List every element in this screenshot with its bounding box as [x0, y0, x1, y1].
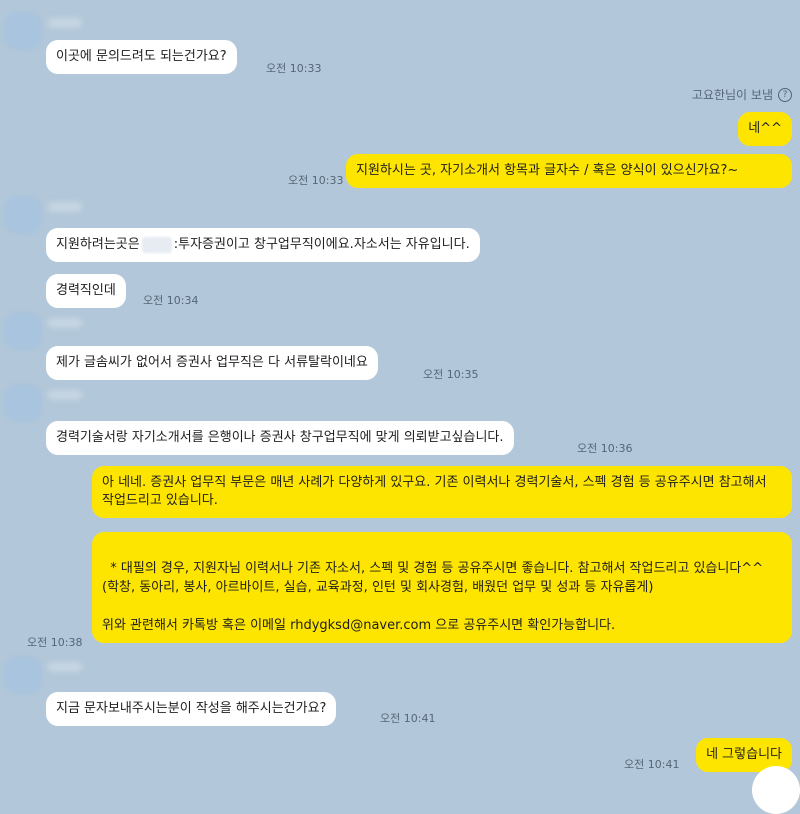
- message-text: 지원하시는 곳, 자기소개서 항목과 글자수 / 혹은 양식이 있으신가요?~: [356, 163, 739, 178]
- message-bubble-incoming[interactable]: 경력기술서랑 자기소개서를 은행이나 증권사 창구업무직에 맞게 의뢰받고싶습니…: [46, 421, 514, 455]
- message-text: 경력기술서랑 자기소개서를 은행이나 증권사 창구업무직에 맞게 의뢰받고싶습니…: [56, 430, 504, 445]
- message-bubble-incoming[interactable]: 지금 문자보내주시는분이 작성을 해주시는건가요?: [46, 692, 337, 726]
- message-text: 이곳에 문의드려도 되는건가요?: [56, 49, 227, 64]
- avatar[interactable]: [4, 384, 42, 422]
- avatar[interactable]: [4, 656, 42, 694]
- message-text: 지금 문자보내주시는분이 작성을 해주시는건가요?: [56, 701, 327, 716]
- message-bubble-incoming[interactable]: 경력직인데: [46, 274, 126, 308]
- avatar[interactable]: [4, 12, 42, 50]
- message-time: 오전 10:35: [423, 368, 479, 381]
- message-time: 오전 10:36: [577, 442, 633, 455]
- message-text: 제가 글솜씨가 없어서 증권사 업무직은 다 서류탈락이네요: [56, 355, 368, 370]
- sender-note-text: 고요한님이 보냄: [691, 88, 773, 102]
- message-bubble-incoming[interactable]: 제가 글솜씨가 없어서 증권사 업무직은 다 서류탈락이네요: [46, 346, 378, 380]
- message-text: 아 네네. 증권사 업무직 부문은 매년 사례가 다양하게 있구요. 기존 이력…: [102, 475, 767, 508]
- message-bubble-incoming[interactable]: 지원하려는곳은 :투자증권이고 창구업무직이에요.자소서는 자유입니다.: [46, 228, 480, 262]
- message-time: 오전 10:41: [380, 712, 436, 725]
- scroll-down-button[interactable]: [752, 766, 800, 814]
- message-bubble-outgoing[interactable]: 아 네네. 증권사 업무직 부문은 매년 사례가 다양하게 있구요. 기존 이력…: [92, 466, 792, 518]
- message-time: 오전 10:34: [143, 294, 199, 307]
- message-text: * 대필의 경우, 지원자님 이력서나 기존 자소서, 스펙 및 경험 등 공유…: [102, 561, 764, 633]
- message-bubble-outgoing[interactable]: 지원하시는 곳, 자기소개서 항목과 글자수 / 혹은 양식이 있으신가요?~: [346, 154, 792, 188]
- message-text-before: 지원하려는곳은: [56, 237, 140, 252]
- message-bubble-outgoing[interactable]: * 대필의 경우, 지원자님 이력서나 기존 자소서, 스펙 및 경험 등 공유…: [92, 532, 792, 643]
- message-time: 오전 10:38: [27, 636, 83, 649]
- avatar[interactable]: [4, 196, 42, 234]
- message-time: 오전 10:33: [288, 174, 344, 187]
- redacted-text: [141, 236, 172, 253]
- avatar[interactable]: [4, 312, 42, 350]
- message-text: 네 그렇습니다: [706, 747, 782, 762]
- message-time: 오전 10:33: [266, 62, 322, 75]
- message-text: 경력직인데: [56, 283, 116, 298]
- message-bubble-incoming[interactable]: 이곳에 문의드려도 되는건가요?: [46, 40, 237, 74]
- message-bubble-outgoing[interactable]: 네^^: [738, 112, 792, 146]
- sender-note: 고요한님이 보냄 ?: [692, 86, 792, 103]
- message-time: 오전 10:41: [624, 758, 680, 771]
- question-circle-icon[interactable]: ?: [778, 87, 792, 102]
- message-text: 네^^: [748, 121, 782, 136]
- message-text-after: :투자증권이고 창구업무직이에요.자소서는 자유입니다.: [173, 237, 470, 252]
